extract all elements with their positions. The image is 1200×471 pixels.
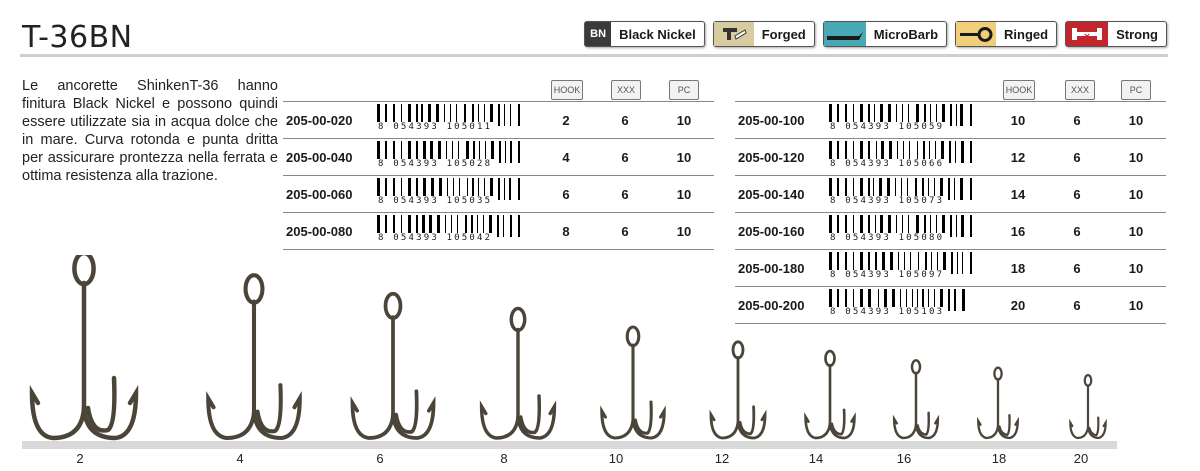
pieces-count: 10 — [1128, 150, 1144, 165]
box-count: 6 — [621, 224, 629, 239]
hook-size: 10 — [1010, 113, 1026, 128]
badge-microbarb: MicroBarb — [822, 21, 948, 47]
box-column-icon: XXX — [611, 80, 641, 100]
pieces-count: 10 — [676, 150, 692, 165]
table-row: 205-00-160 8 054393 105080 16 6 10 — [735, 212, 1166, 249]
box-count: 6 — [1073, 150, 1081, 165]
feature-badges: BN Black Nickel Forged MicroBarb Ringed … — [584, 21, 1167, 47]
table-row: 205-00-100 8 054393 105059 10 6 10 — [735, 101, 1166, 138]
hook-size: 6 — [562, 187, 570, 202]
pieces-count: 10 — [676, 224, 692, 239]
hook-size-label: 20 — [1073, 451, 1089, 466]
hook-size-label: 10 — [608, 451, 624, 466]
ean-number: 8 054393 105073 — [828, 196, 947, 206]
badge-black-nickel: BN Black Nickel — [584, 21, 705, 47]
hook-size-label: 12 — [714, 451, 730, 466]
ean-number: 8 054393 105066 — [828, 159, 947, 169]
size-ruler — [22, 441, 1117, 449]
hook-size-label: 16 — [896, 451, 912, 466]
table-row: 205-00-140 8 054393 105073 14 6 10 — [735, 175, 1166, 212]
ean-number: 8 054393 105059 — [828, 122, 947, 132]
pcs-column-icon: PC — [1121, 80, 1151, 100]
svg-text:×: × — [1083, 32, 1091, 42]
box-count: 6 — [1073, 187, 1081, 202]
treble-hook-icon — [804, 349, 856, 440]
ean-number: 8 054393 105028 — [376, 159, 495, 169]
hook-column-icon: HOOK — [1003, 80, 1035, 100]
ean-number: 8 054393 105042 — [376, 233, 495, 243]
hook-column-icon: HOOK — [551, 80, 583, 100]
product-code: 205-00-140 — [738, 187, 805, 202]
product-code: 205-00-060 — [286, 187, 353, 202]
box-count: 6 — [1073, 224, 1081, 239]
badge-ringed: Ringed — [955, 21, 1058, 47]
pcs-column-icon: PC — [669, 80, 699, 100]
forged-icon — [713, 22, 754, 46]
table-row: 205-00-080 8 054393 105042 8 6 10 — [283, 212, 714, 250]
treble-hook-icon — [709, 340, 767, 440]
hook-size: 16 — [1010, 224, 1026, 239]
table-row: 205-00-040 8 054393 105028 4 6 10 — [283, 138, 714, 175]
treble-hook-icon — [600, 325, 666, 440]
product-code: 205-00-120 — [738, 150, 805, 165]
treble-hook-icon — [29, 255, 139, 441]
pieces-count: 10 — [676, 113, 692, 128]
box-count: 6 — [621, 113, 629, 128]
box-count: 6 — [621, 187, 629, 202]
strong-icon: × — [1066, 22, 1109, 46]
treble-hook-icon — [479, 306, 557, 440]
product-code: 205-00-040 — [286, 150, 353, 165]
pieces-count: 10 — [1128, 113, 1144, 128]
badge-forged: Forged — [712, 21, 815, 47]
pieces-count: 10 — [676, 187, 692, 202]
ean-number: 8 054393 105080 — [828, 233, 947, 243]
ean-number: 8 054393 105035 — [376, 196, 495, 206]
black-nickel-icon: BN — [585, 22, 612, 46]
box-count: 6 — [621, 150, 629, 165]
hook-size: 2 — [562, 113, 570, 128]
product-code: 205-00-160 — [738, 224, 805, 239]
page-title: T-36BN — [22, 20, 133, 55]
treble-hook-icon — [977, 366, 1019, 440]
treble-hook-icon — [350, 291, 436, 440]
pieces-count: 10 — [1128, 187, 1144, 202]
hook-size: 8 — [562, 224, 570, 239]
product-code: 205-00-100 — [738, 113, 805, 128]
badge-strong: × Strong — [1065, 21, 1167, 47]
hook-size-label: 8 — [500, 451, 508, 466]
hook-size: 12 — [1010, 150, 1026, 165]
hook-size-label: 2 — [76, 451, 84, 466]
title-divider — [20, 54, 1168, 57]
table-row: 205-00-060 8 054393 105035 6 6 10 — [283, 175, 714, 212]
table-row: 205-00-120 8 054393 105066 12 6 10 — [735, 138, 1166, 175]
treble-hook-icon — [892, 359, 940, 440]
treble-hook-icon — [1069, 374, 1107, 440]
hook-size-label: 6 — [376, 451, 384, 466]
product-code: 205-00-020 — [286, 113, 353, 128]
box-column-icon: XXX — [1065, 80, 1095, 100]
treble-hooks-illustration — [29, 255, 1107, 441]
table-left: HOOK XXX PC 205-00-020 8 054393 105011 2 6 1… — [283, 79, 714, 250]
pieces-count: 10 — [1128, 224, 1144, 239]
table-row: 205-00-020 8 054393 105011 2 6 10 — [283, 101, 714, 138]
box-count: 6 — [1073, 113, 1081, 128]
ringed-icon — [956, 22, 997, 46]
product-code: 205-00-080 — [286, 224, 353, 239]
hook-size-label: 14 — [808, 451, 824, 466]
product-description: Le ancorette ShinkenT-36 hanno finitura … — [22, 78, 278, 184]
microbarb-icon — [823, 22, 866, 46]
hook-size: 4 — [562, 150, 570, 165]
hook-size: 14 — [1010, 187, 1026, 202]
hook-size-label: 18 — [991, 451, 1007, 466]
ean-number: 8 054393 105011 — [376, 122, 495, 132]
treble-hook-icon — [206, 273, 302, 441]
hook-size-label: 4 — [236, 451, 244, 466]
